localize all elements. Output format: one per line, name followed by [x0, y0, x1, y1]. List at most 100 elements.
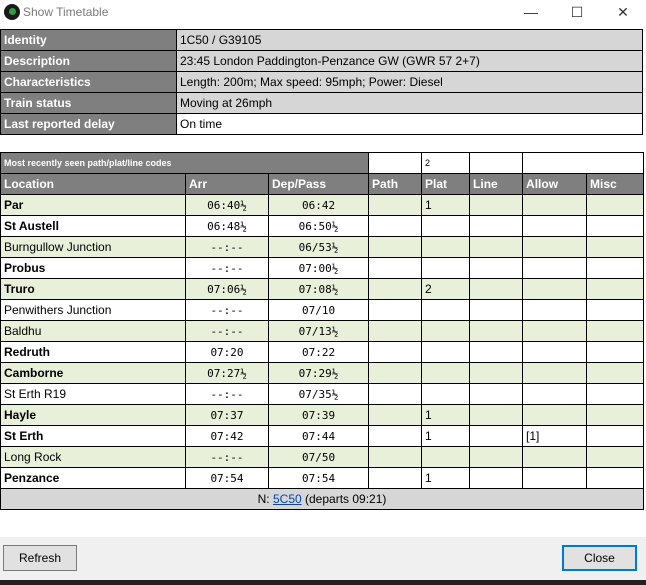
cell-misc — [586, 446, 645, 468]
cell-arr: 06:40½ — [185, 194, 269, 216]
col-location: Location — [0, 173, 186, 195]
codes-label: Most recently seen path/plat/line codes — [0, 152, 370, 174]
cell-misc — [586, 194, 645, 216]
app-icon — [4, 4, 20, 20]
next-service-prefix: N: — [257, 492, 273, 506]
info-value: Moving at 26mph — [176, 92, 643, 114]
cell-misc — [586, 257, 645, 279]
info-row: Characteristics Length: 200m; Max speed: … — [0, 71, 643, 93]
cell-dep: 07/13½ — [267, 320, 370, 342]
info-value: On time — [176, 113, 643, 135]
cell-dep: 07:22 — [267, 341, 370, 363]
cell-dep: 07:00½ — [267, 257, 370, 279]
next-service-link[interactable]: 5C50 — [273, 492, 302, 506]
cell-misc — [586, 383, 645, 405]
cell-dep: 06/53½ — [267, 236, 370, 258]
cell-line — [469, 362, 524, 384]
cell-path — [368, 236, 423, 258]
cell-misc — [586, 341, 645, 363]
cell-allow — [522, 215, 588, 237]
cell-arr: 07:54 — [185, 467, 269, 489]
cell-plat — [421, 236, 471, 258]
codes-plat: 2 — [421, 152, 471, 174]
cell-allow: [1] — [522, 425, 588, 447]
cell-allow — [522, 278, 588, 300]
cell-plat: 1 — [421, 425, 471, 447]
cell-misc — [586, 278, 645, 300]
cell-plat: 2 — [421, 278, 471, 300]
col-line: Line — [469, 173, 524, 195]
table-row: Burngullow Junction --:-- 06/53½ — [0, 236, 645, 258]
cell-misc — [586, 299, 645, 321]
table-row: Penzance 07:54 07:54 1 — [0, 467, 645, 489]
cell-plat: 1 — [421, 467, 471, 489]
cell-allow — [522, 341, 588, 363]
col-arr: Arr — [185, 173, 269, 195]
cell-path — [368, 194, 423, 216]
cell-plat — [421, 320, 471, 342]
cell-arr: 07:42 — [185, 425, 269, 447]
cell-misc — [586, 404, 645, 426]
table-row: Probus --:-- 07:00½ — [0, 257, 645, 279]
cell-line — [469, 467, 524, 489]
cell-arr: --:-- — [185, 236, 269, 258]
close-icon[interactable]: ✕ — [600, 0, 646, 24]
cell-dep: 07:29½ — [267, 362, 370, 384]
cell-dep: 07/35½ — [267, 383, 370, 405]
cell-line — [469, 446, 524, 468]
refresh-button[interactable]: Refresh — [3, 545, 77, 571]
cell-path — [368, 278, 423, 300]
cell-line — [469, 299, 524, 321]
cell-misc — [586, 236, 645, 258]
cell-arr: 06:48½ — [185, 215, 269, 237]
cell-plat — [421, 257, 471, 279]
cell-loc: Probus — [0, 257, 186, 279]
cell-loc: Par — [0, 194, 186, 216]
cell-arr: 07:20 — [185, 341, 269, 363]
cell-plat — [421, 215, 471, 237]
cell-misc — [586, 215, 645, 237]
cell-plat — [421, 341, 471, 363]
info-row: Last reported delay On time — [0, 113, 643, 135]
cell-path — [368, 383, 423, 405]
codes-row: Most recently seen path/plat/line codes … — [0, 152, 645, 174]
timetable-table: Most recently seen path/plat/line codes … — [0, 152, 645, 510]
cell-allow — [522, 467, 588, 489]
table-row: Long Rock --:-- 07/50 — [0, 446, 645, 468]
close-button[interactable]: Close — [562, 545, 637, 571]
maximize-icon[interactable]: ☐ — [554, 0, 600, 24]
cell-allow — [522, 236, 588, 258]
cell-misc — [586, 320, 645, 342]
cell-plat: 1 — [421, 194, 471, 216]
cell-allow — [522, 362, 588, 384]
table-row: St Austell 06:48½ 06:50½ — [0, 215, 645, 237]
table-row: Hayle 07:37 07:39 1 — [0, 404, 645, 426]
cell-plat — [421, 383, 471, 405]
cell-dep: 06:42 — [267, 194, 370, 216]
title-bar: Show Timetable — ☐ ✕ — [0, 0, 646, 24]
cell-line — [469, 320, 524, 342]
cell-line — [469, 341, 524, 363]
cell-loc: Camborne — [0, 362, 186, 384]
cell-allow — [522, 383, 588, 405]
cell-line — [469, 425, 524, 447]
cell-line — [469, 215, 524, 237]
cell-path — [368, 299, 423, 321]
info-value: 1C50 / G39105 — [176, 29, 643, 51]
cell-dep: 07/50 — [267, 446, 370, 468]
col-misc: Misc — [586, 173, 645, 195]
cell-dep: 07/10 — [267, 299, 370, 321]
table-row: Baldhu --:-- 07/13½ — [0, 320, 645, 342]
cell-misc — [586, 467, 645, 489]
table-row: Truro 07:06½ 07:08½ 2 — [0, 278, 645, 300]
table-row: Camborne 07:27½ 07:29½ — [0, 362, 645, 384]
cell-arr: 07:27½ — [185, 362, 269, 384]
cell-allow — [522, 194, 588, 216]
cell-plat — [421, 446, 471, 468]
cell-loc: Burngullow Junction — [0, 236, 186, 258]
info-label: Last reported delay — [0, 113, 177, 135]
minimize-icon[interactable]: — — [508, 0, 554, 24]
cell-line — [469, 278, 524, 300]
cell-arr: --:-- — [185, 446, 269, 468]
cell-path — [368, 341, 423, 363]
